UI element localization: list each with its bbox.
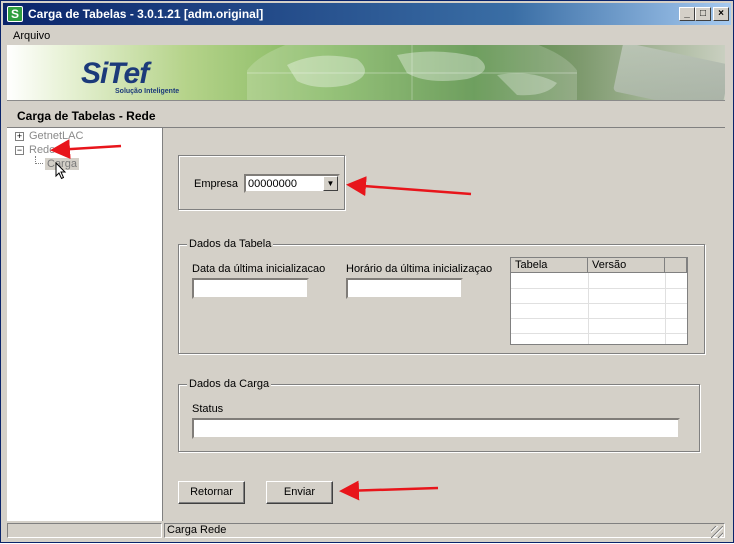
close-button[interactable]: × (713, 7, 729, 21)
maximize-button[interactable]: □ (695, 7, 711, 21)
dados-carga-legend: Dados da Carga (187, 378, 272, 390)
data-inicializacao-label: Data da última inicializacao (192, 263, 326, 275)
retornar-button[interactable]: Retornar (178, 481, 245, 504)
dados-tabela-legend: Dados da Tabela (187, 238, 274, 250)
table-row[interactable] (511, 289, 687, 304)
chevron-down-icon[interactable]: ▼ (323, 176, 338, 191)
dados-tabela-group: Dados da Tabela Data da última inicializ… (178, 238, 705, 354)
page-title: Carga de Tabelas - Rede (17, 109, 156, 123)
status-label: Status (192, 403, 224, 415)
empresa-label: Empresa (194, 178, 239, 190)
tree-connector (35, 156, 43, 164)
empresa-group: Empresa 00000000 ▼ (178, 155, 345, 210)
column-header-extra[interactable] (665, 258, 687, 273)
resize-grip-icon[interactable] (711, 526, 723, 538)
app-window: S Carga de Tabelas - 3.0.1.21 [adm.origi… (0, 0, 734, 543)
section-header: Carga de Tabelas - Rede (7, 103, 725, 128)
status-panel-message: Carga Rede (164, 523, 725, 538)
credit-card-graphic (613, 45, 725, 100)
menu-arquivo[interactable]: Arquivo (13, 30, 50, 42)
sitef-logo: SiTef (81, 57, 149, 90)
sitef-app-icon: S (7, 6, 23, 22)
status-field[interactable] (192, 418, 680, 439)
column-header-versao[interactable]: Versão (588, 258, 665, 273)
grid-column-divider (588, 273, 589, 344)
tree-item-getnetlac[interactable]: GetnetLAC (29, 130, 83, 142)
status-panel-left (7, 523, 162, 538)
tree-item-rede[interactable]: Rede (29, 144, 55, 156)
dados-carga-group: Dados da Carga Status (178, 378, 700, 452)
sitef-banner: SiTef Solução Inteligente (7, 45, 725, 101)
horario-inicializacao-field[interactable] (346, 278, 463, 299)
navigation-tree: + GetnetLAC − Rede Carga (7, 128, 163, 521)
status-bar: Carga Rede (7, 522, 725, 539)
data-inicializacao-field[interactable] (192, 278, 309, 299)
grid-header: Tabela Versão (511, 258, 687, 273)
mouse-cursor-icon (55, 162, 67, 180)
expand-getnetlac-icon[interactable]: + (15, 132, 24, 141)
horario-inicializacao-label: Horário da última inicializaçao (346, 263, 493, 275)
table-row[interactable] (511, 274, 687, 289)
minimize-button[interactable]: _ (679, 7, 695, 21)
grid-column-divider (665, 273, 666, 344)
table-row[interactable] (511, 319, 687, 334)
sitef-tagline: Solução Inteligente (115, 88, 180, 95)
column-header-tabela[interactable]: Tabela (511, 258, 588, 273)
table-row[interactable] (511, 304, 687, 319)
title-bar[interactable]: S Carga de Tabelas - 3.0.1.21 [adm.origi… (3, 3, 731, 25)
empresa-select[interactable]: 00000000 ▼ (244, 174, 340, 193)
empresa-value: 00000000 (248, 178, 297, 190)
menu-bar: Arquivo (3, 27, 731, 45)
collapse-rede-icon[interactable]: − (15, 146, 24, 155)
tabela-versao-grid[interactable]: Tabela Versão (510, 257, 688, 345)
enviar-button[interactable]: Enviar (266, 481, 333, 504)
world-map-graphic (247, 45, 577, 100)
window-title: Carga de Tabelas - 3.0.1.21 [adm.origina… (28, 7, 264, 21)
main-panel: Empresa 00000000 ▼ Dados da Tabela Data … (163, 128, 725, 521)
